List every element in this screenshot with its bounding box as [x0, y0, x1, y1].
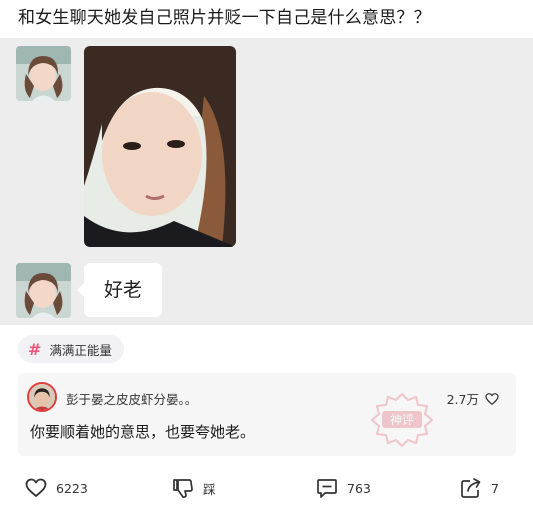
heart-icon	[25, 478, 47, 497]
avatar-image	[29, 384, 55, 410]
avatar-image	[16, 46, 71, 101]
topic-tag[interactable]: # 满满正能量	[18, 335, 124, 363]
hash-icon: #	[28, 339, 42, 359]
stamp-text: 神评	[390, 413, 414, 427]
chat-avatar	[16, 263, 71, 318]
photo-message[interactable]	[84, 46, 236, 247]
heart-icon	[485, 392, 499, 405]
selfie-photo	[84, 46, 236, 247]
like-count: 6223	[56, 480, 88, 496]
top-comment[interactable]: 彭于晏之皮皮虾分晏。。 2.7万 你要顺着她的意思，也要夸她老。 神评	[18, 373, 516, 456]
chat-screenshot: 好老	[0, 38, 533, 325]
like-button[interactable]: 6223	[24, 472, 88, 504]
chat-avatar	[16, 46, 71, 101]
avatar-image	[16, 263, 71, 318]
topic-label: 满满正能量	[49, 342, 112, 358]
comment-icon	[317, 479, 337, 498]
top-comment-stamp: 神评	[370, 392, 434, 448]
comment-text: 你要顺着她的意思，也要夸她老。	[30, 423, 256, 441]
commenter-avatar[interactable]	[27, 382, 57, 412]
post-title: 和女生聊天她发自己照片并贬一下自己是什么意思？？	[18, 8, 431, 28]
share-count: 7	[491, 480, 499, 496]
action-bar: 6223 踩 763 7	[0, 472, 533, 504]
commenter-username[interactable]: 彭于晏之皮皮虾分晏。。	[66, 389, 197, 408]
comment-like-button[interactable]: 2.7万	[447, 389, 500, 408]
comment-count: 763	[347, 480, 371, 496]
chat-bubble: 好老	[77, 263, 162, 317]
share-button[interactable]: 7	[459, 472, 499, 504]
share-icon	[461, 478, 481, 498]
comment-button[interactable]: 763	[315, 472, 371, 504]
thumbs-down-icon	[173, 479, 193, 498]
comment-like-count: 2.7万	[446, 392, 479, 407]
dislike-button[interactable]: 踩	[171, 472, 216, 504]
dislike-label: 踩	[203, 481, 216, 497]
